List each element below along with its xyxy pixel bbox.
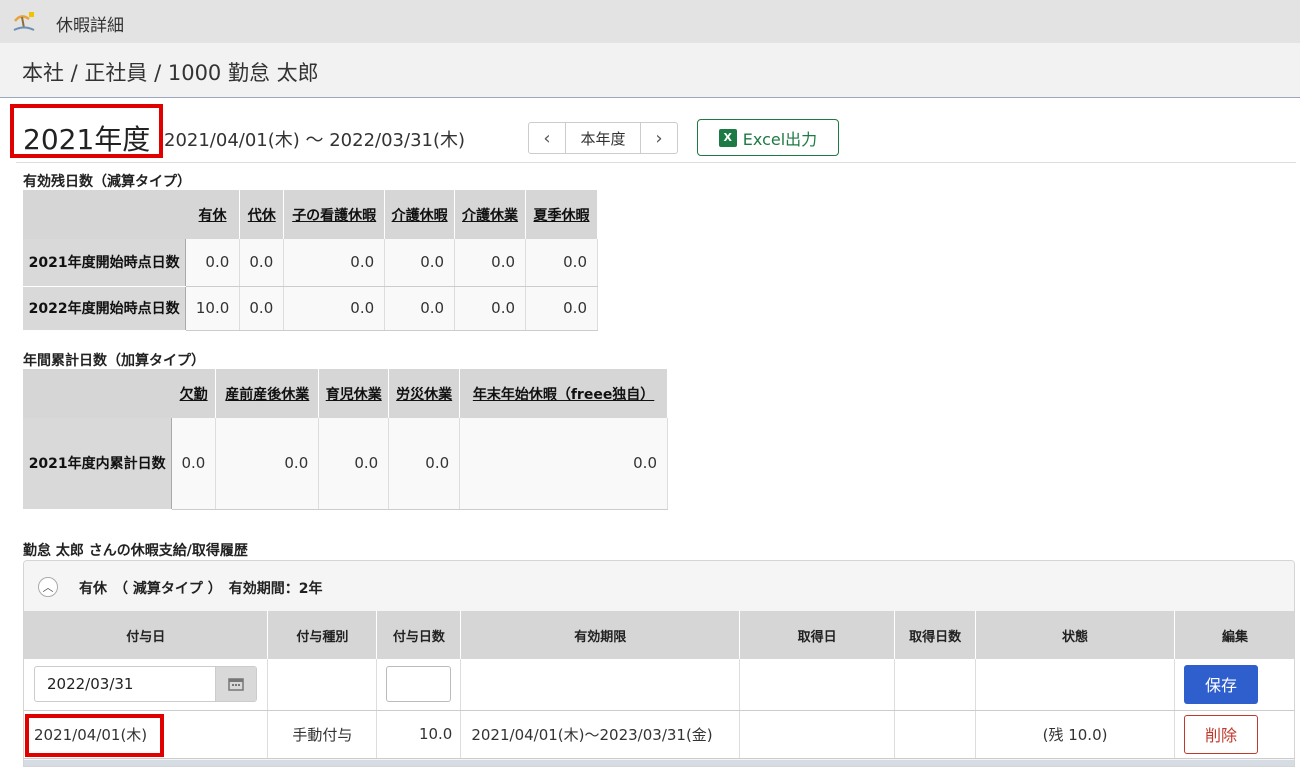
column-header-link[interactable]: 代休 xyxy=(239,190,285,239)
table-cell: 0.0 xyxy=(215,418,320,510)
table-cell: 0.0 xyxy=(384,239,456,287)
current-year-button[interactable]: 本年度 xyxy=(566,123,640,153)
table-cell: 0.0 xyxy=(384,286,456,331)
taken-days-cell xyxy=(894,659,977,711)
column-header: 有効期限 xyxy=(460,611,741,659)
table-cell: 0.0 xyxy=(239,239,285,287)
history-table: 付与日 付与種別 付与日数 有効期限 取得日 取得日数 状態 編集 2022/0… xyxy=(24,611,1294,759)
column-header-link[interactable]: 夏季休暇 xyxy=(525,190,598,239)
table-cell: 0.0 xyxy=(318,418,390,510)
table-cell: 0.0 xyxy=(171,418,217,510)
column-header: 付与日数 xyxy=(376,611,462,659)
column-header: 取得日 xyxy=(739,611,896,659)
grant-type-cell xyxy=(267,659,378,711)
excel-export-label: Excel出力 xyxy=(742,129,818,149)
fiscal-year-title: 2021年度 xyxy=(23,123,151,156)
collapse-chevron-up-icon[interactable]: ︿ xyxy=(38,577,58,597)
employee-header: 本社 / 正社員 / 1000 勤怠 太郎 xyxy=(0,43,1300,98)
row-header: 2021年度開始時点日数 xyxy=(23,239,186,287)
grant-days-input[interactable] xyxy=(386,666,452,703)
grant-date-cell: 2022/03/31 xyxy=(24,659,269,711)
table-corner xyxy=(23,369,172,418)
edit-cell: 削除 xyxy=(1174,710,1294,759)
table-cell: 0.0 xyxy=(283,239,386,287)
table-cell: 0.0 xyxy=(525,239,598,287)
chevron-right-icon: › xyxy=(655,127,663,149)
grant-days-text: 10.0 xyxy=(376,710,462,759)
column-header-link[interactable]: 介護休暇 xyxy=(384,190,456,239)
next-year-button[interactable]: › xyxy=(640,123,677,153)
column-header-link[interactable]: 有休 xyxy=(185,190,241,239)
table-cell: 0.0 xyxy=(454,239,527,287)
edit-cell: 保存 xyxy=(1174,659,1294,711)
table-row: 2021年度開始時点日数 0.0 0.0 0.0 0.0 0.0 0.0 xyxy=(23,239,598,287)
column-header-link[interactable]: 介護休業 xyxy=(454,190,527,239)
panel-header: ︿ 有休 （ 減算タイプ ） 有効期間：2年 xyxy=(24,561,1294,611)
row-header: 2022年度開始時点日数 xyxy=(23,286,186,331)
expiry-cell xyxy=(460,659,741,711)
column-header-link[interactable]: 産前産後休業 xyxy=(215,369,320,418)
table-cell: 0.0 xyxy=(525,286,598,331)
column-header: 状態 xyxy=(975,611,1175,659)
divider xyxy=(16,162,1296,163)
taken-date-cell xyxy=(739,659,896,711)
beach-umbrella-icon xyxy=(13,12,35,31)
grant-days-cell xyxy=(376,659,462,711)
column-header: 編集 xyxy=(1174,611,1294,659)
taken-date-text xyxy=(739,710,896,759)
fiscal-period: 2021/04/01(木) ～ 2022/03/31(木) xyxy=(164,130,466,151)
leave-history-panel: ︿ 有休 （ 減算タイプ ） 有効期間：2年 付与日 付与種別 付与日数 有効期… xyxy=(23,560,1295,767)
column-header-link[interactable]: 欠勤 xyxy=(171,369,217,418)
status-text: (残 10.0) xyxy=(975,710,1175,759)
grant-type-text: 手動付与 xyxy=(267,710,378,759)
cumulative-table: 欠勤 産前産後休業 育児休業 労災休業 年末年始休暇（freee独自） 2021… xyxy=(23,369,668,510)
panel-title: 有休 （ 減算タイプ ） 有効期間：2年 xyxy=(79,581,323,597)
chevron-left-icon: ‹ xyxy=(543,127,551,149)
taken-days-text xyxy=(894,710,977,759)
new-grant-row: 2022/03/31 保存 xyxy=(24,659,1294,711)
grant-date-value: 2022/03/31 xyxy=(47,675,134,693)
excel-export-button[interactable]: X Excel出力 xyxy=(697,119,839,156)
calendar-icon[interactable] xyxy=(215,667,256,701)
column-header: 取得日数 xyxy=(894,611,977,659)
excel-icon: X xyxy=(718,128,737,147)
table-cell: 0.0 xyxy=(283,286,386,331)
column-header: 付与日 xyxy=(24,611,269,659)
remaining-section-title: 有効残日数（減算タイプ） xyxy=(23,174,191,190)
breadcrumb: 本社 / 正社員 / 1000 勤怠 太郎 xyxy=(22,61,319,85)
table-cell: 0.0 xyxy=(185,239,241,287)
table-row: 2021年度内累計日数 0.0 0.0 0.0 0.0 0.0 xyxy=(23,418,668,510)
year-navigator: ‹ 本年度 › xyxy=(528,122,678,154)
expiry-text: 2021/04/01(木)～2023/03/31(金) xyxy=(460,710,741,759)
table-cell: 0.0 xyxy=(454,286,527,331)
grant-date-input[interactable]: 2022/03/31 xyxy=(34,666,257,702)
table-cell: 0.0 xyxy=(459,418,668,510)
column-header-link[interactable]: 育児休業 xyxy=(318,369,390,418)
column-header-link[interactable]: 子の看護休暇 xyxy=(283,190,386,239)
history-section-title: 勤怠 太郎 さんの休暇支給/取得履歴 xyxy=(23,543,248,559)
delete-button[interactable]: 削除 xyxy=(1183,714,1258,754)
save-button[interactable]: 保存 xyxy=(1183,664,1258,704)
column-header-link[interactable]: 労災休業 xyxy=(388,369,461,418)
cumulative-section-title: 年間累計日数（加算タイプ） xyxy=(23,353,205,369)
table-cell: 0.0 xyxy=(388,418,461,510)
table-corner xyxy=(23,190,186,239)
remaining-table: 有休 代休 子の看護休暇 介護休暇 介護休業 夏季休暇 2021年度開始時点日数… xyxy=(23,190,598,331)
column-header-link[interactable]: 年末年始休暇（freee独自） xyxy=(459,369,668,418)
row-header: 2021年度内累計日数 xyxy=(23,418,172,510)
title-bar: 休暇詳細 xyxy=(0,0,1300,43)
window-title: 休暇詳細 xyxy=(56,16,124,36)
status-cell xyxy=(975,659,1175,711)
table-row: 2022年度開始時点日数 10.0 0.0 0.0 0.0 0.0 0.0 xyxy=(23,286,598,331)
highlight-box-grant-date xyxy=(25,714,164,757)
next-row-strip xyxy=(24,760,1294,766)
column-header: 付与種別 xyxy=(267,611,378,659)
table-cell: 0.0 xyxy=(239,286,285,331)
prev-year-button[interactable]: ‹ xyxy=(529,123,566,153)
table-row: 2021/04/01(木) 手動付与 10.0 2021/04/01(木)～20… xyxy=(24,710,1294,759)
table-cell: 10.0 xyxy=(185,286,241,331)
